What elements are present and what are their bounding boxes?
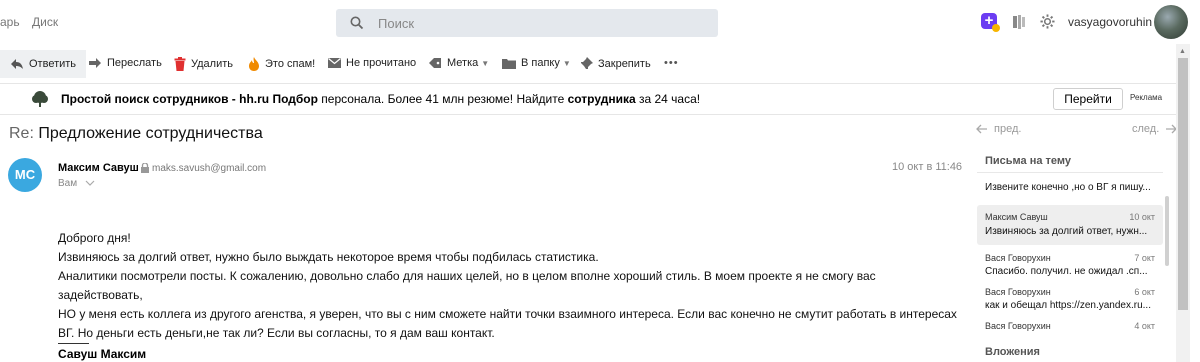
user-avatar[interactable] — [1154, 5, 1188, 39]
label-label: Метка — [447, 57, 479, 69]
ad-bold-1: Простой поиск сотрудников - hh.ru Подбор — [61, 92, 318, 106]
thread-item-snippet: Спасибо. получил. не ожидал .сп... — [985, 266, 1148, 277]
tag-icon — [429, 58, 441, 68]
delete-label: Удалить — [191, 58, 233, 70]
body-line: Аналитики посмотрели посты. К сожалению,… — [58, 269, 876, 302]
body-line: Извиняюсь за долгий ответ, нужно было вы… — [58, 250, 599, 264]
fire-icon — [249, 57, 259, 71]
prev-label: пред. — [994, 123, 1022, 135]
trash-icon — [174, 57, 186, 71]
layout-toggle-icon[interactable] — [1012, 14, 1026, 30]
lock-icon — [141, 163, 149, 173]
arrow-left-icon — [976, 124, 987, 134]
thread-scrollbar[interactable] — [1165, 196, 1169, 266]
search-input[interactable]: Поиск — [378, 16, 414, 31]
tree-icon — [32, 91, 48, 107]
ad-text: Простой поиск сотрудников - hh.ru Подбор… — [61, 92, 700, 106]
thread-item-active[interactable]: Максим Савуш 10 окт Извиняюсь за долгий … — [977, 205, 1163, 245]
thread-item-snippet: Извиняюсь за долгий ответ, нужн... — [985, 226, 1148, 237]
thread-item-sender: Вася Говорухин — [985, 321, 1051, 331]
thread-item-sender: Максим Савуш — [985, 212, 1048, 222]
top-bar: арь Диск Поиск + vasyagovoruhin — [0, 0, 1200, 44]
pin-label: Закрепить — [598, 57, 651, 70]
reply-label: Ответить — [29, 58, 77, 70]
chevron-down-icon — [85, 180, 95, 186]
delete-button[interactable]: Удалить — [174, 57, 233, 71]
move-to-folder-button[interactable]: В папку ▼ — [502, 57, 571, 69]
subject-prefix: Re: — [9, 125, 34, 142]
ad-bold-2: сотрудника — [567, 92, 636, 106]
gear-icon[interactable] — [1040, 14, 1055, 29]
thread-item-sender: Вася Говорухин — [985, 287, 1051, 297]
email-subject: Re: Предложение сотрудничества — [9, 125, 263, 143]
ad-text-2: за 24 часа! — [635, 92, 701, 106]
pin-button[interactable]: Закрепить — [580, 57, 651, 70]
signature-divider — [58, 343, 89, 344]
mark-unread-label: Не прочитано — [346, 57, 417, 69]
thread-item[interactable]: Вася Говорухин 6 окт как и обещал https:… — [977, 283, 1163, 317]
folder-dropdown-icon: ▼ — [562, 58, 571, 68]
search-box[interactable]: Поиск — [336, 9, 718, 37]
email-date: 10 окт в 11:46 — [892, 161, 963, 173]
forward-button[interactable]: Переслать — [88, 57, 162, 69]
ad-label: Реклама — [1130, 93, 1163, 102]
ad-text-1: персонала. Более 41 млн резюме! Найдите — [317, 92, 568, 106]
mark-unread-button[interactable]: Не прочитано — [328, 57, 416, 69]
search-icon — [350, 16, 364, 30]
nav-disk-link[interactable]: Диск — [32, 15, 58, 29]
message-toolbar: Ответить Переслать Удалить Это спам! Не … — [0, 44, 1176, 84]
body-line: ВГ. Но деньги есть деньги,не так ли? Есл… — [58, 326, 495, 340]
thread-item-sender: Вася Говорухин — [985, 253, 1051, 263]
thread-item[interactable]: Вася Говорухин 4 окт — [977, 318, 1163, 338]
forward-icon — [89, 58, 101, 68]
add-service-icon[interactable]: + — [981, 13, 1000, 32]
body-line: НО у меня есть коллега из другого агенст… — [58, 307, 957, 321]
thread-item-snippet: как и обещал https://zen.yandex.ru... — [985, 300, 1151, 311]
thread-item[interactable]: Вася Говорухин 7 окт Спасибо. получил. н… — [977, 249, 1163, 281]
thread-item-date: 10 окт — [1129, 212, 1155, 222]
envelope-icon — [328, 58, 341, 68]
scroll-up-icon[interactable]: ▲ — [1179, 48, 1186, 55]
next-message-link[interactable]: след. — [1132, 123, 1178, 135]
label-button[interactable]: Метка ▼ — [428, 57, 489, 69]
sender-email[interactable]: maks.savush@gmail.com — [152, 163, 266, 174]
thread-item[interactable]: Извените конечно ,но о ВГ я пишу... — [977, 176, 1163, 200]
subject-text: Предложение сотрудничества — [38, 125, 263, 142]
sender-avatar[interactable]: МС — [8, 158, 42, 192]
thread-item-date: 7 окт — [1134, 253, 1155, 263]
attachments-title: Вложения — [985, 346, 1040, 358]
folder-icon — [502, 58, 516, 69]
spam-label: Это спам! — [265, 58, 316, 70]
thread-item-snippet: Извените конечно ,но о ВГ я пишу... — [985, 182, 1151, 193]
ad-go-button[interactable]: Перейти — [1053, 88, 1123, 110]
thread-divider — [977, 172, 1163, 173]
next-label: след. — [1132, 123, 1160, 135]
move-to-folder-label: В папку — [521, 57, 560, 69]
username[interactable]: vasyagovoruhin — [1068, 15, 1152, 29]
nav-calendar-link[interactable]: арь — [0, 15, 20, 29]
page-scrollbar[interactable]: ▲ — [1176, 44, 1190, 362]
more-actions-button[interactable]: ••• — [664, 57, 679, 69]
recipient-label: Вам — [58, 178, 78, 189]
forward-label: Переслать — [107, 57, 162, 69]
thread-item-date: 6 окт — [1134, 287, 1155, 297]
prev-message-link[interactable]: пред. — [976, 123, 1021, 135]
body-line: Доброго дня! — [58, 231, 131, 245]
reply-button[interactable]: Ответить — [0, 50, 87, 78]
scroll-thumb[interactable] — [1178, 58, 1188, 310]
spam-button[interactable]: Это спам! — [248, 57, 315, 71]
label-dropdown-icon: ▼ — [481, 58, 490, 68]
email-body: Доброго дня! Извиняюсь за долгий ответ, … — [58, 229, 958, 343]
ad-banner[interactable]: Простой поиск сотрудников - hh.ru Подбор… — [0, 84, 1176, 115]
thread-title: Письма на тему — [985, 155, 1072, 167]
recipient[interactable]: Вам — [58, 178, 95, 189]
pin-icon — [581, 57, 593, 69]
sender-name[interactable]: Максим Савуш — [58, 162, 139, 174]
reply-icon — [11, 59, 23, 69]
thread-item-date: 4 окт — [1134, 321, 1155, 331]
signature: Савуш Максим — [58, 347, 147, 361]
